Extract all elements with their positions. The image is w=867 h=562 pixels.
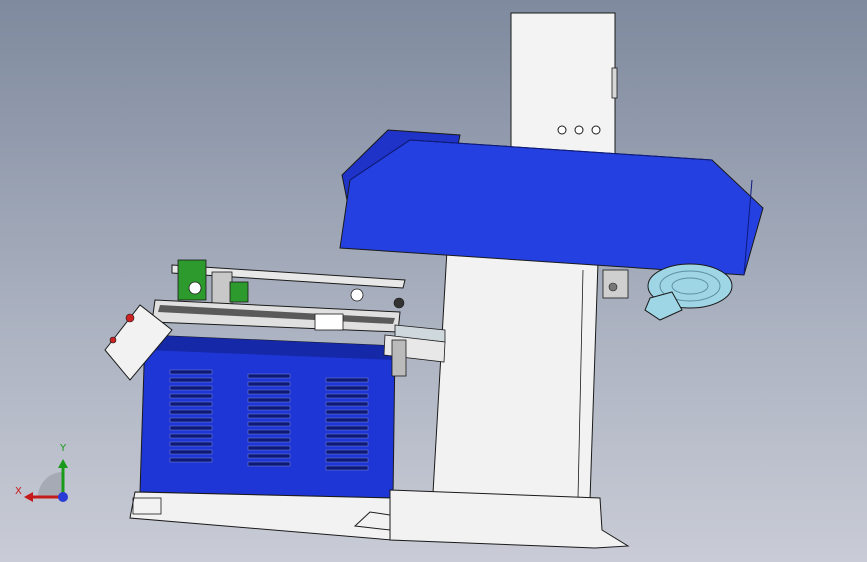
motor-assembly	[602, 263, 733, 321]
axis-triad	[24, 459, 68, 502]
x-axis-label: X	[15, 486, 22, 497]
z-axis-dot	[58, 492, 68, 502]
floor-base	[353, 489, 630, 549]
y-axis-label: Y	[60, 443, 67, 454]
cad-model-viewport[interactable]	[0, 0, 867, 562]
top-hood	[339, 129, 764, 276]
